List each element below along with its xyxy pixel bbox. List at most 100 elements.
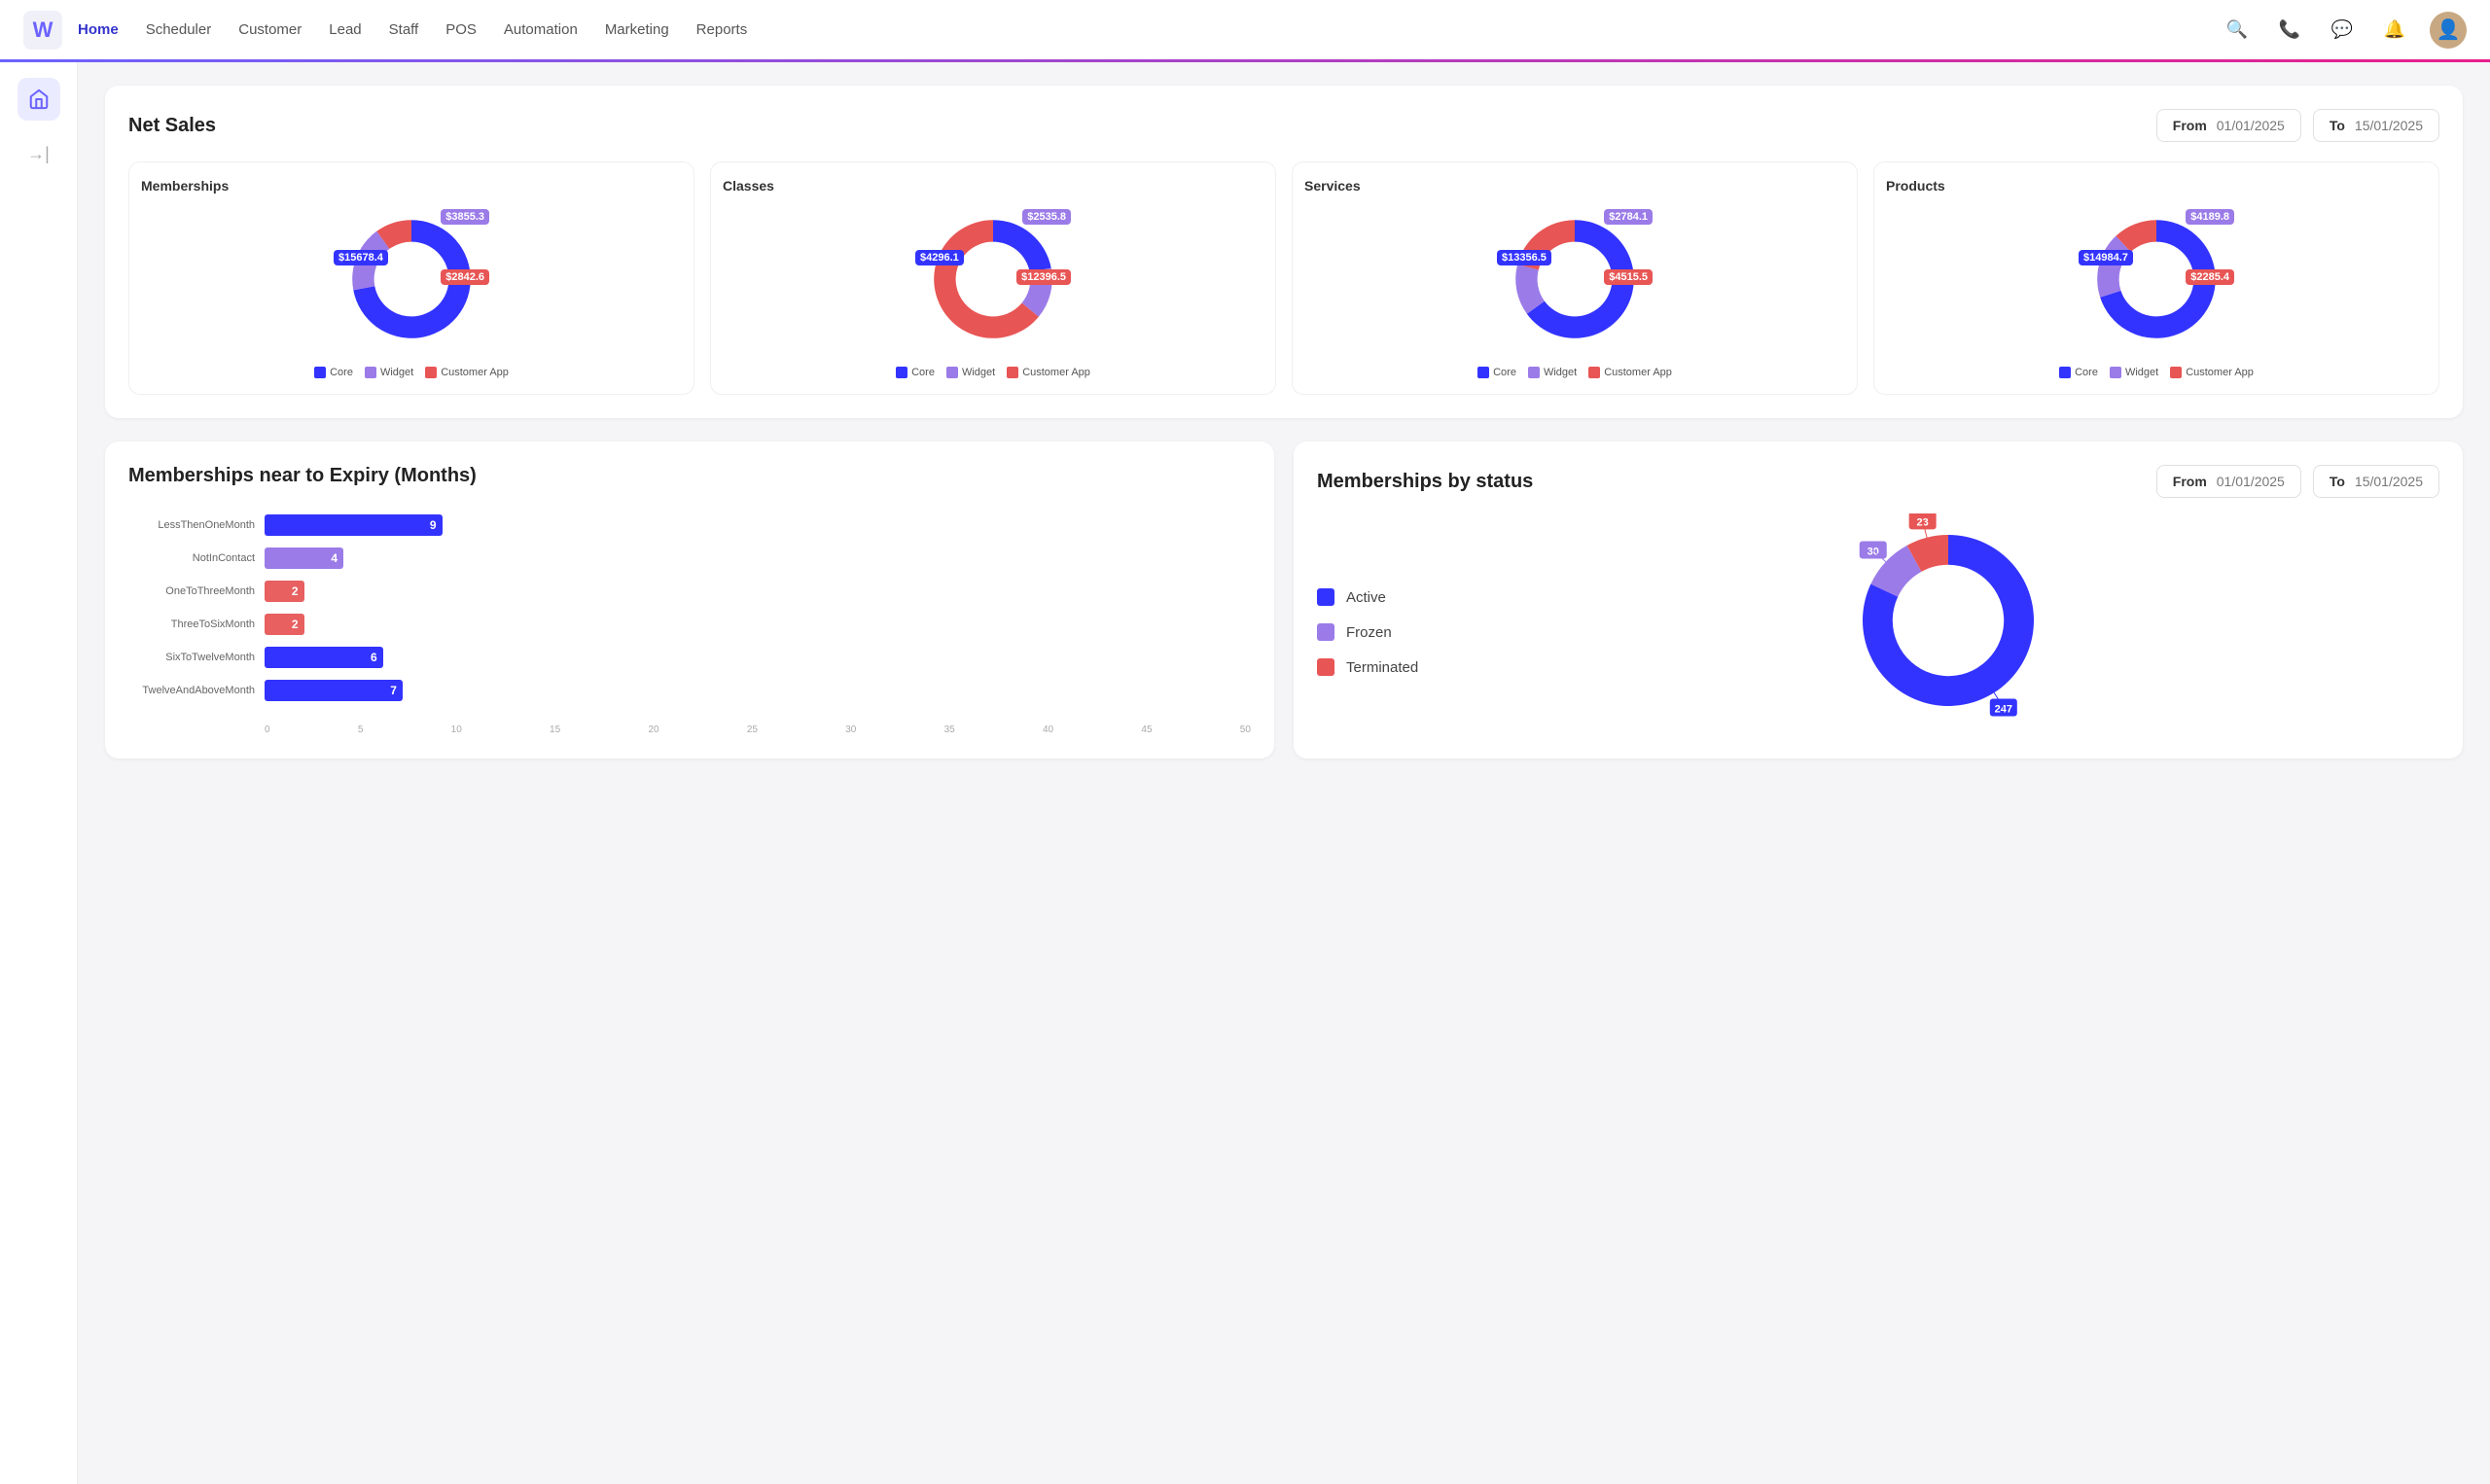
from-label: From bbox=[2173, 118, 2207, 133]
x-axis-label: 40 bbox=[1043, 724, 1053, 735]
x-axis-label: 50 bbox=[1240, 724, 1251, 735]
x-axis-label: 5 bbox=[358, 724, 364, 735]
bar-fill: 4 bbox=[265, 548, 343, 569]
phone-icon[interactable]: 📞 bbox=[2272, 13, 2307, 48]
nav-pos[interactable]: POS bbox=[445, 18, 477, 42]
legend-core-label: Core bbox=[330, 367, 353, 378]
nav-marketing[interactable]: Marketing bbox=[605, 18, 669, 42]
status-legend-item: Active bbox=[1317, 588, 1418, 606]
status-dot bbox=[1317, 658, 1334, 676]
bar-label: SixToTwelveMonth bbox=[128, 652, 265, 663]
bar-section: LessThenOneMonth 9 NotInContact 4 OneToT… bbox=[128, 507, 1251, 721]
donut-wrap: $13356.5$2784.1$4515.5 bbox=[1497, 201, 1653, 357]
chart-card-0: Memberships $15678.4$3855.3$2842.6 Core … bbox=[128, 161, 694, 395]
membership-status-card: Memberships by status From 01/01/2025 To… bbox=[1294, 442, 2463, 759]
status-donut: 2473023 bbox=[1841, 513, 2055, 727]
bar-fill: 2 bbox=[265, 581, 304, 602]
bar-outer: 6 bbox=[265, 647, 1251, 668]
x-axis-label: 15 bbox=[550, 724, 560, 735]
bar-outer: 2 bbox=[265, 614, 1251, 635]
notification-icon[interactable]: 🔔 bbox=[2377, 13, 2412, 48]
chart-title: Classes bbox=[723, 178, 774, 194]
net-sales-title: Net Sales bbox=[128, 115, 216, 137]
membership-to-label: To bbox=[2330, 474, 2345, 489]
bar-fill: 7 bbox=[265, 680, 403, 701]
legend-widget-label: Widget bbox=[962, 367, 995, 378]
bottom-section: Memberships near to Expiry (Months) Less… bbox=[105, 442, 2463, 782]
membership-to[interactable]: To 15/01/2025 bbox=[2313, 465, 2439, 498]
membership-from[interactable]: From 01/01/2025 bbox=[2156, 465, 2301, 498]
legend-customer-app: Customer App bbox=[1007, 367, 1090, 378]
bar-row: LessThenOneMonth 9 bbox=[128, 514, 1251, 536]
donut-label-1: $2784.1 bbox=[1604, 209, 1653, 225]
nav-home[interactable]: Home bbox=[78, 18, 119, 42]
bar-label: LessThenOneMonth bbox=[128, 519, 265, 531]
app-logo[interactable]: W bbox=[23, 11, 62, 50]
status-legend-item: Terminated bbox=[1317, 658, 1418, 676]
bar-label: ThreeToSixMonth bbox=[128, 618, 265, 630]
chart-card-2: Services $13356.5$2784.1$4515.5 Core Wid… bbox=[1292, 161, 1858, 395]
legend-core-label: Core bbox=[911, 367, 935, 378]
x-axis-label: 20 bbox=[648, 724, 658, 735]
bar-label: OneToThreeMonth bbox=[128, 585, 265, 597]
legend-customer-app-label: Customer App bbox=[441, 367, 509, 378]
legend-widget-label: Widget bbox=[380, 367, 413, 378]
legend-core: Core bbox=[2059, 367, 2098, 378]
main-content: Net Sales From 01/01/2025 To 15/01/2025 … bbox=[78, 62, 2490, 1484]
donut-wrap: $15678.4$3855.3$2842.6 bbox=[334, 201, 489, 357]
nav-staff[interactable]: Staff bbox=[389, 18, 419, 42]
bar-value: 9 bbox=[430, 518, 437, 532]
donut-label-2: $2842.6 bbox=[441, 269, 489, 285]
navbar: W Home Scheduler Customer Lead Staff POS… bbox=[0, 0, 2490, 62]
bar-row: NotInContact 4 bbox=[128, 548, 1251, 569]
nav-icons: 🔍 📞 💬 🔔 👤 bbox=[2220, 12, 2467, 49]
from-date: 01/01/2025 bbox=[2217, 118, 2285, 133]
nav-automation[interactable]: Automation bbox=[504, 18, 578, 42]
chart-legend: Core Widget Customer App bbox=[896, 367, 1090, 378]
donut-label-0: $4296.1 bbox=[915, 250, 964, 265]
status-val-text: 30 bbox=[1868, 546, 1879, 557]
whatsapp-icon[interactable]: 💬 bbox=[2325, 13, 2360, 48]
bar-fill: 2 bbox=[265, 614, 304, 635]
donut-label-1: $2535.8 bbox=[1022, 209, 1071, 225]
nav-reports[interactable]: Reports bbox=[696, 18, 748, 42]
x-axis-label: 45 bbox=[1141, 724, 1152, 735]
chart-legend: Core Widget Customer App bbox=[2059, 367, 2254, 378]
donut-label-0: $14984.7 bbox=[2079, 250, 2133, 265]
chart-card-1: Classes $4296.1$2535.8$12396.5 Core Widg… bbox=[710, 161, 1276, 395]
status-label: Terminated bbox=[1346, 659, 1418, 676]
nav-customer[interactable]: Customer bbox=[238, 18, 302, 42]
legend-widget: Widget bbox=[2110, 367, 2158, 378]
donut-label-2: $4515.5 bbox=[1604, 269, 1653, 285]
expiry-title: Memberships near to Expiry (Months) bbox=[128, 465, 1251, 487]
avatar[interactable]: 👤 bbox=[2430, 12, 2467, 49]
membership-from-date: 01/01/2025 bbox=[2217, 474, 2285, 489]
membership-date-range: From 01/01/2025 To 15/01/2025 bbox=[2156, 465, 2439, 498]
status-dot bbox=[1317, 623, 1334, 641]
net-sales-card: Net Sales From 01/01/2025 To 15/01/2025 … bbox=[105, 86, 2463, 418]
membership-to-date: 15/01/2025 bbox=[2355, 474, 2423, 489]
legend-core-label: Core bbox=[2075, 367, 2098, 378]
search-icon[interactable]: 🔍 bbox=[2220, 13, 2255, 48]
status-label: Frozen bbox=[1346, 624, 1392, 641]
bar-row: SixToTwelveMonth 6 bbox=[128, 647, 1251, 668]
x-axis-label: 30 bbox=[845, 724, 856, 735]
net-sales-from[interactable]: From 01/01/2025 bbox=[2156, 109, 2301, 142]
nav-lead[interactable]: Lead bbox=[329, 18, 361, 42]
net-sales-to[interactable]: To 15/01/2025 bbox=[2313, 109, 2439, 142]
x-axis: 05101520253035404550 bbox=[128, 724, 1251, 735]
sidebar-collapse-button[interactable]: →| bbox=[19, 136, 57, 172]
nav-scheduler[interactable]: Scheduler bbox=[146, 18, 212, 42]
chart-legend: Core Widget Customer App bbox=[1477, 367, 1672, 378]
legend-core: Core bbox=[896, 367, 935, 378]
bar-outer: 2 bbox=[265, 581, 1251, 602]
sidebar-home-button[interactable] bbox=[18, 78, 60, 121]
bar-value: 2 bbox=[292, 584, 299, 598]
bar-fill: 9 bbox=[265, 514, 443, 536]
legend-widget: Widget bbox=[1528, 367, 1577, 378]
bar-outer: 9 bbox=[265, 514, 1251, 536]
legend-customer-app: Customer App bbox=[425, 367, 509, 378]
charts-row: Memberships $15678.4$3855.3$2842.6 Core … bbox=[128, 161, 2439, 395]
bar-value: 4 bbox=[331, 551, 338, 565]
membership-status-header: Memberships by status From 01/01/2025 To… bbox=[1317, 465, 2439, 498]
